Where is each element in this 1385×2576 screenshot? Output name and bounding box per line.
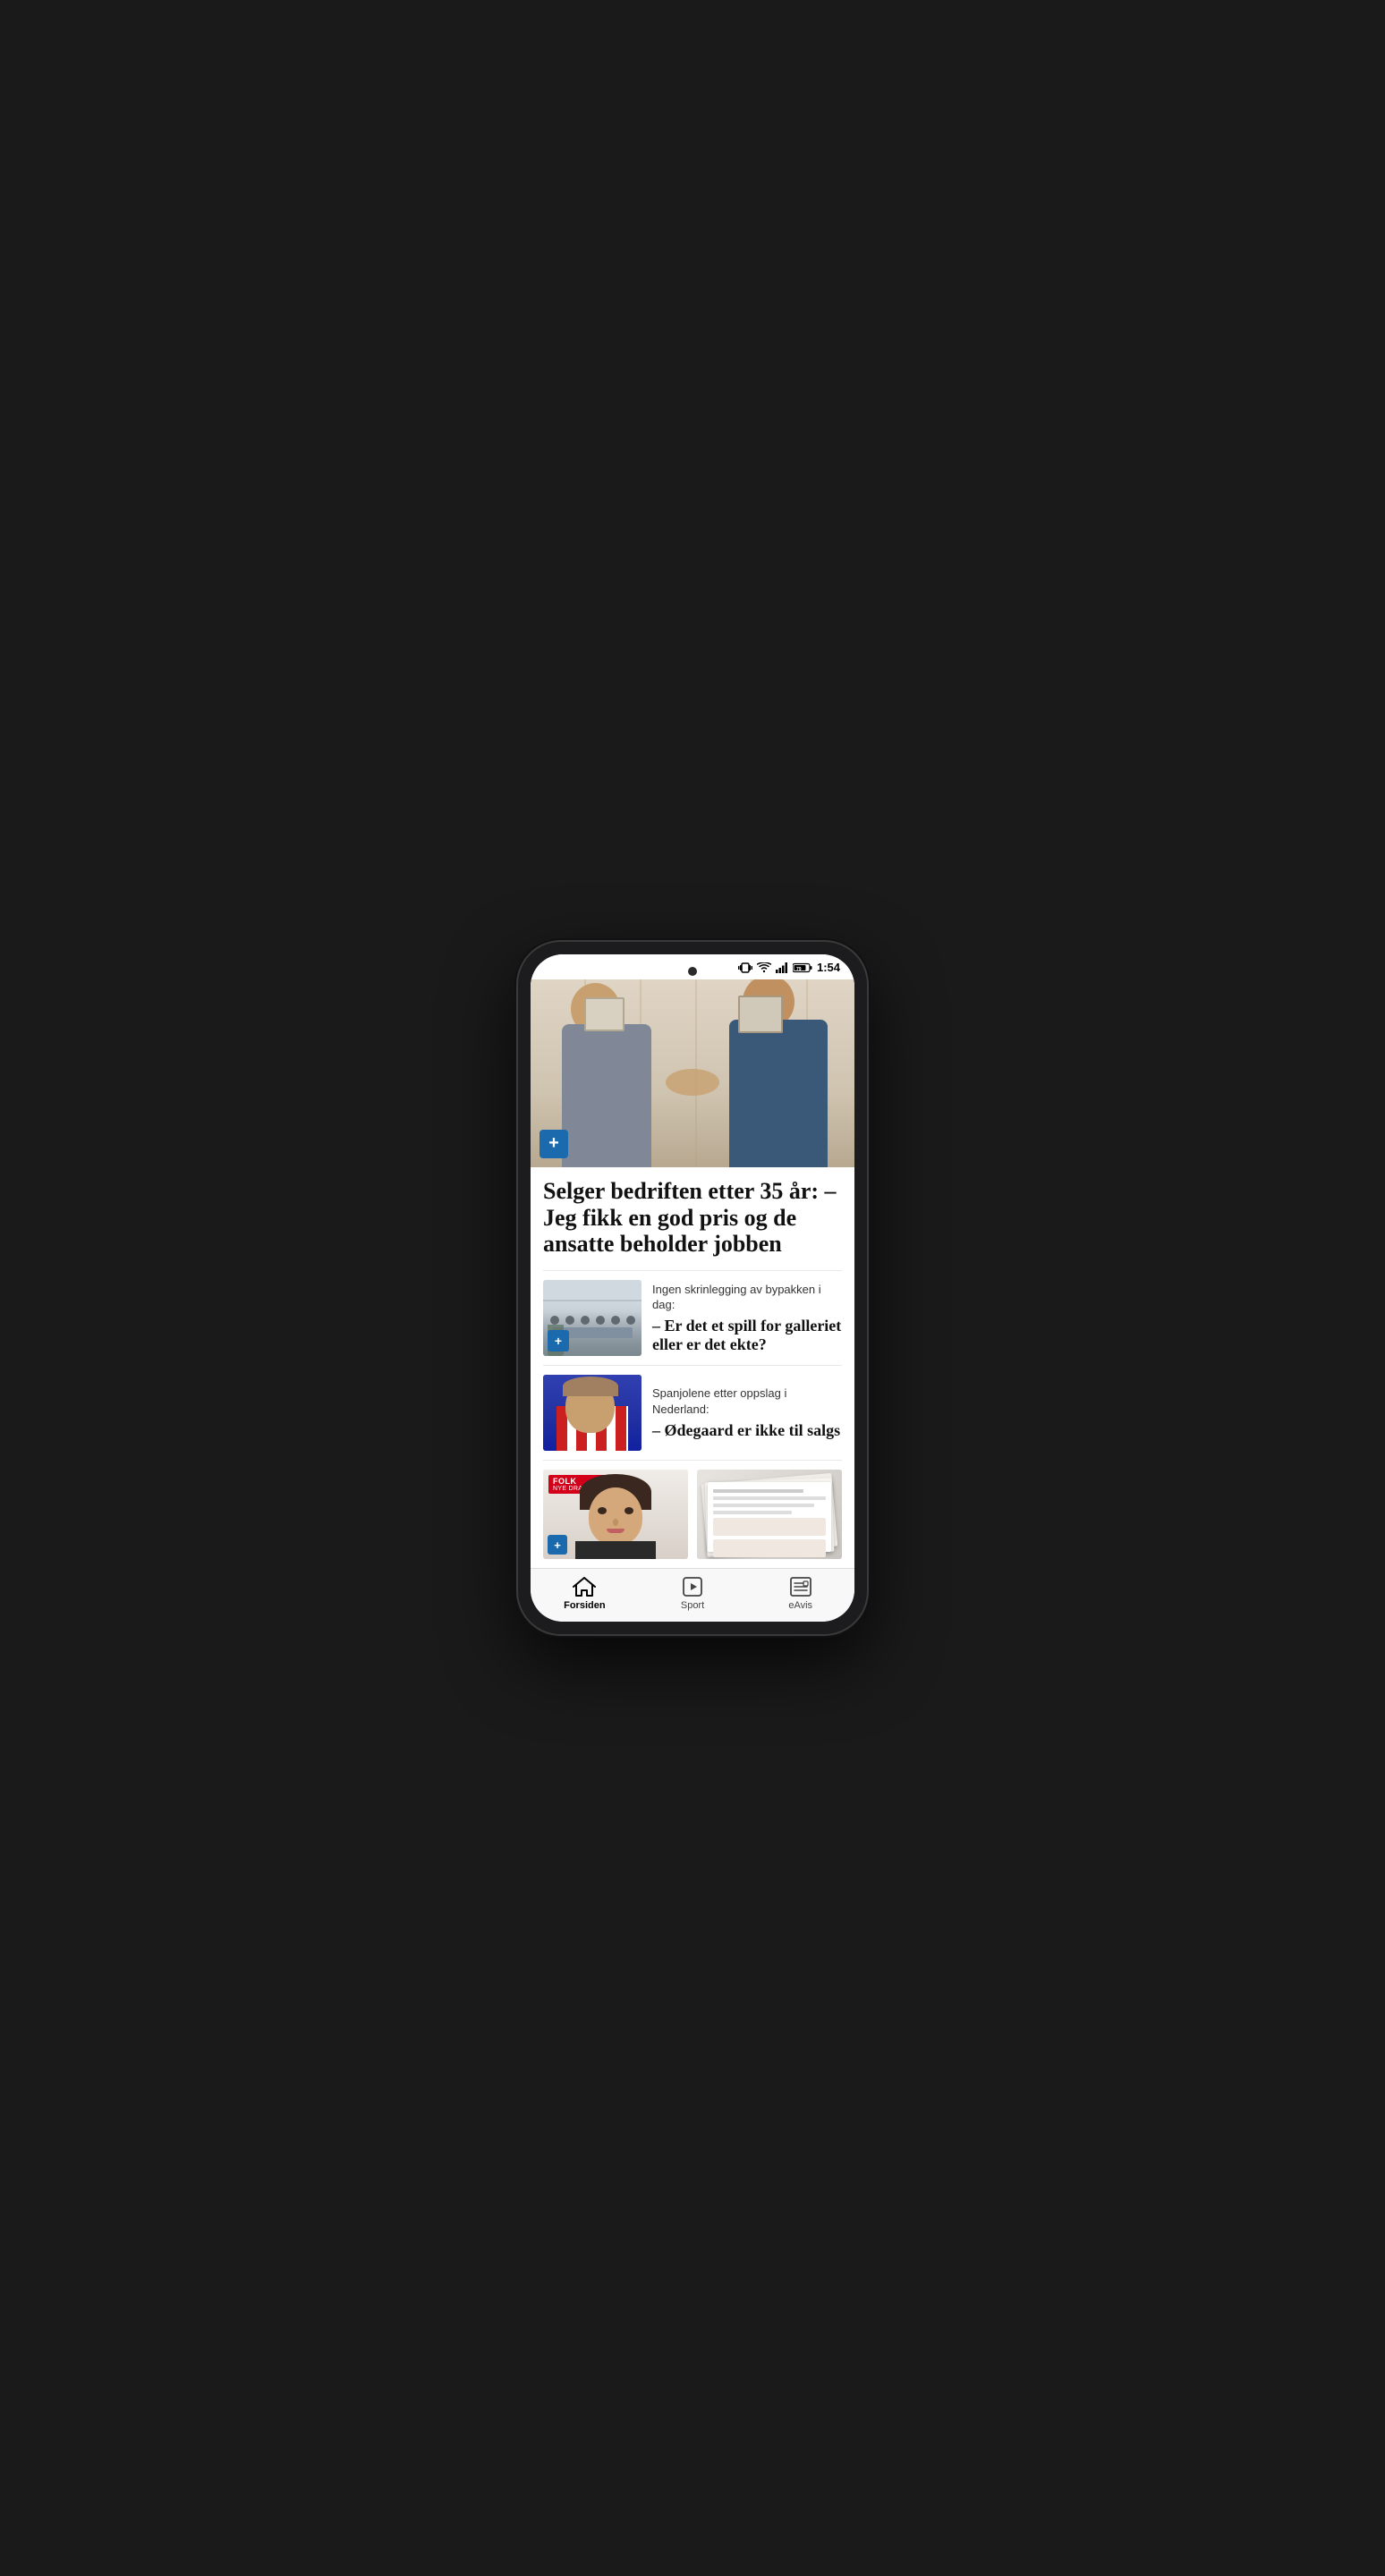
- status-bar: 79 1:54: [531, 954, 854, 979]
- news-headline-bypakke: – Er det et spill for galleriet eller er…: [652, 1317, 842, 1355]
- football-player-image: [543, 1375, 642, 1451]
- main-headline[interactable]: Selger bedriften etter 35 år: – Jeg fikk…: [543, 1178, 842, 1258]
- nav-label-sport: Sport: [681, 1600, 704, 1611]
- folk-premium-badge: +: [548, 1535, 567, 1555]
- small-items-row: FOLK NYE DRAMMEN: [543, 1460, 842, 1559]
- bottom-nav: Forsiden Sport: [531, 1568, 854, 1622]
- play-icon: [680, 1576, 705, 1597]
- nav-label-eavis: eAvis: [788, 1600, 812, 1611]
- wifi-icon: [757, 962, 771, 973]
- phone-screen: 79 1:54: [531, 954, 854, 1623]
- signal-icon: [776, 962, 788, 973]
- bypakke-premium-badge: +: [548, 1330, 569, 1352]
- news-label-odegaard: Spanjolene etter oppslag i Nederland:: [652, 1385, 842, 1417]
- small-item-document[interactable]: [697, 1470, 842, 1559]
- nav-item-forsiden[interactable]: Forsiden: [531, 1576, 639, 1611]
- news-label-bypakke: Ingen skrinlegging av bypakken i dag:: [652, 1282, 842, 1313]
- small-item-folk[interactable]: FOLK NYE DRAMMEN: [543, 1470, 688, 1559]
- nav-item-eavis[interactable]: eAvis: [746, 1576, 854, 1611]
- battery-icon: 79: [793, 962, 812, 973]
- news-headline-odegaard: – Ødegaard er ikke til salgs: [652, 1421, 842, 1441]
- svg-text:79: 79: [796, 967, 802, 972]
- status-icons: 79 1:54: [738, 961, 840, 974]
- vibrate-icon: [738, 962, 752, 974]
- hero-people: [531, 979, 854, 1167]
- home-icon: [572, 1576, 597, 1597]
- article-content: Selger bedriften etter 35 år: – Jeg fikk…: [531, 1167, 854, 1569]
- nav-label-forsiden: Forsiden: [564, 1600, 605, 1611]
- news-text-bypakke: Ingen skrinlegging av bypakken i dag: – …: [652, 1280, 842, 1356]
- news-text-odegaard: Spanjolene etter oppslag i Nederland: – …: [652, 1375, 842, 1451]
- news-item-bypakke[interactable]: + Ingen skrinlegging av bypakken i dag: …: [543, 1270, 842, 1365]
- status-time: 1:54: [817, 961, 840, 974]
- news-item-odegaard[interactable]: Spanjolene etter oppslag i Nederland: – …: [543, 1365, 842, 1460]
- hero-premium-badge: +: [540, 1130, 568, 1158]
- newspaper-icon: [788, 1576, 813, 1597]
- phone-device: 79 1:54: [518, 942, 867, 1635]
- news-thumb-bypakke: +: [543, 1280, 642, 1356]
- news-thumb-odegaard: [543, 1375, 642, 1451]
- document-image: [697, 1470, 842, 1559]
- nav-item-sport[interactable]: Sport: [639, 1576, 747, 1611]
- hero-image[interactable]: +: [531, 979, 854, 1167]
